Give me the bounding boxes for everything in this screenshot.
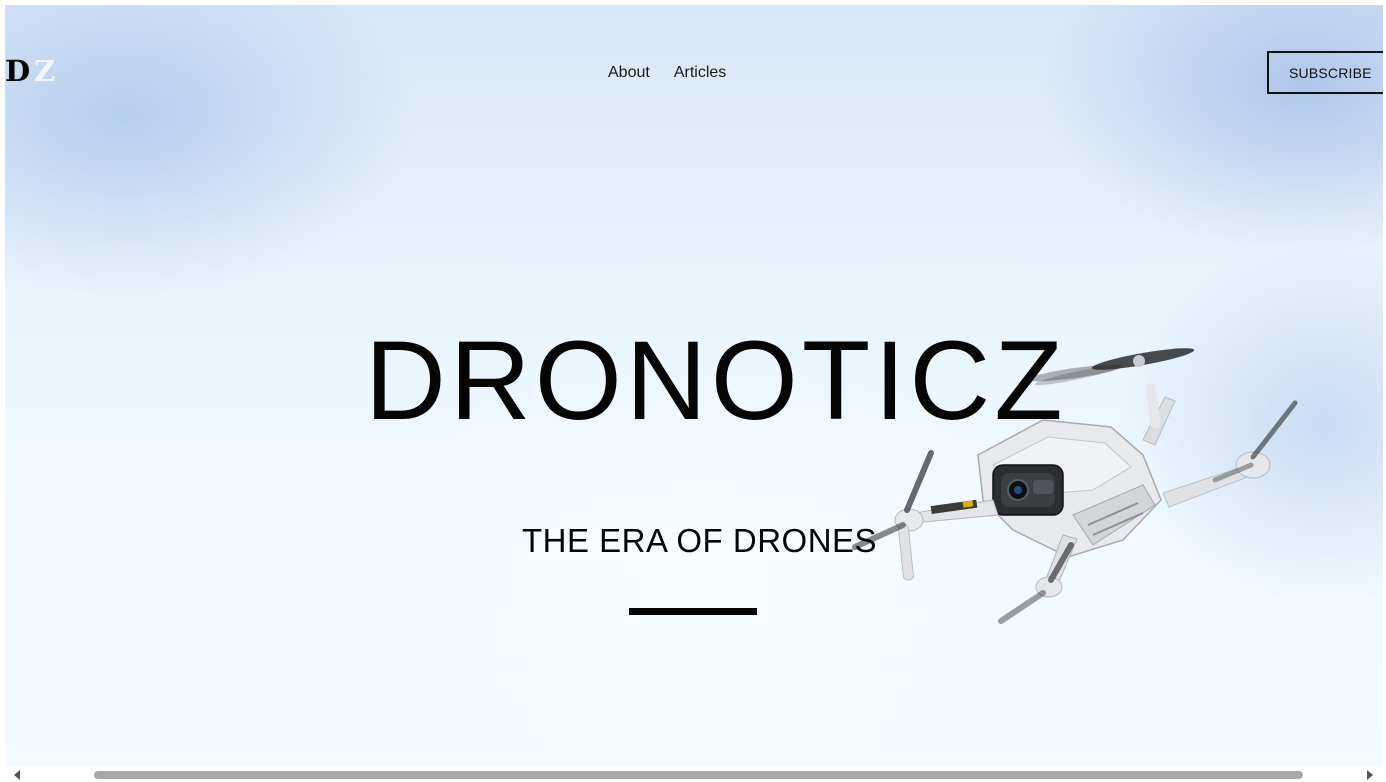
site-logo[interactable]: DZ [5,53,59,89]
hero-divider [629,608,757,615]
logo-letter-z: Z [34,54,60,88]
scrollbar-thumb[interactable] [94,771,1303,779]
hero-section: DZ About Articles SUBSCRIBE DRONOTICZ TH… [5,5,1383,767]
scroll-right-icon[interactable] [1367,770,1373,780]
drone-icon [852,348,1298,624]
subscribe-button[interactable]: SUBSCRIBE [1267,51,1383,94]
scroll-left-icon[interactable] [14,770,20,780]
logo-letter-d: D [5,54,35,88]
nav-link-about[interactable]: About [608,63,650,83]
hero-subtitle: THE ERA OF DRONES [522,522,878,559]
main-nav: About Articles [608,63,726,83]
nav-link-articles[interactable]: Articles [674,63,726,83]
horizontal-scrollbar[interactable] [0,767,1386,782]
